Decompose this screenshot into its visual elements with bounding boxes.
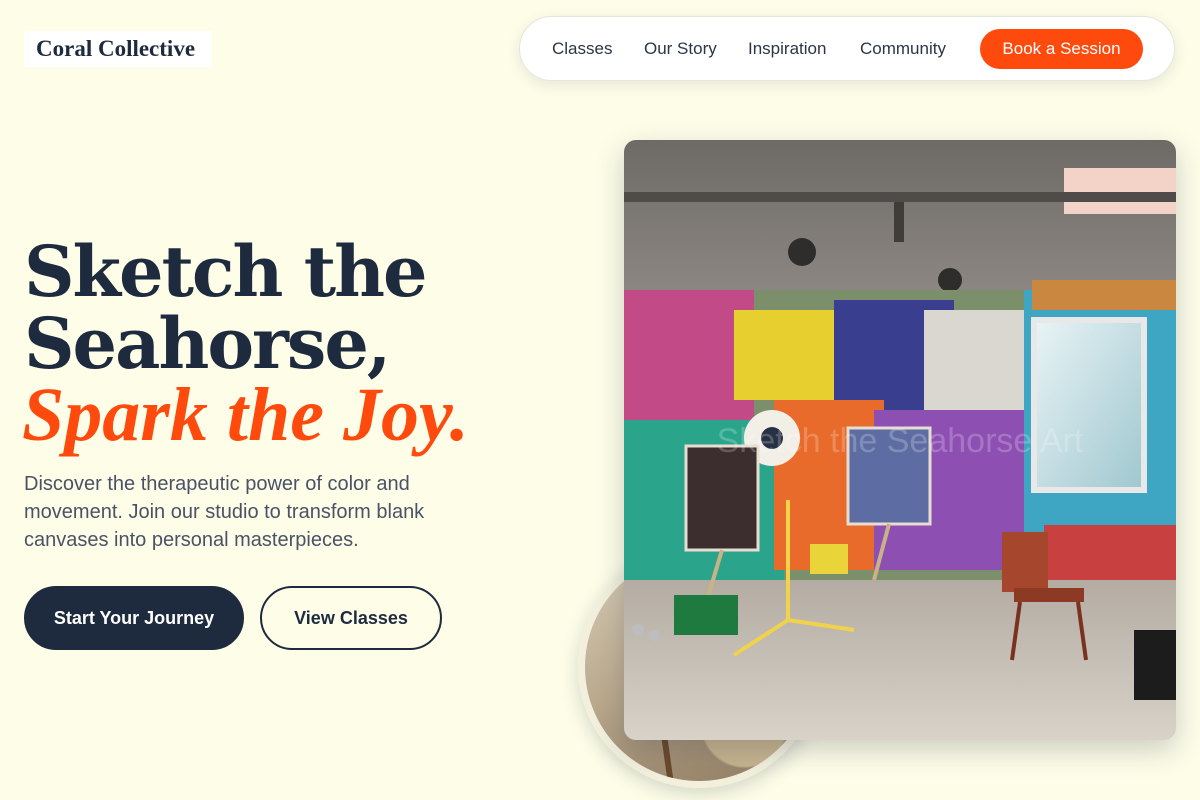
- main-nav: Classes Our Story Inspiration Community …: [519, 16, 1175, 81]
- hero-title-accent: Spark the Joy.: [22, 373, 469, 457]
- hero-description: Discover the therapeutic power of color …: [24, 473, 425, 551]
- ceiling-light-2: [938, 268, 962, 292]
- ceiling-pipe: [894, 202, 904, 242]
- hero-title-line-1: Sketch the: [24, 230, 428, 313]
- view-classes-button[interactable]: View Classes: [260, 586, 442, 650]
- black-case: [1134, 630, 1176, 700]
- canvas-hand: [684, 444, 760, 552]
- wood-beam: [1032, 280, 1176, 310]
- art-studio-photo: Sketch the Seahorse Art: [624, 140, 1176, 740]
- nav-link-classes[interactable]: Classes: [552, 17, 612, 80]
- book-session-button[interactable]: Book a Session: [980, 29, 1143, 69]
- brand-logo[interactable]: Coral Collective: [24, 31, 212, 67]
- ceiling-light: [788, 238, 816, 266]
- nav-link-community[interactable]: Community: [860, 17, 946, 80]
- ceiling-duct: [624, 192, 1176, 202]
- red-fabric: [1044, 525, 1176, 580]
- chair-seat: [1014, 588, 1084, 602]
- nav-link-inspiration[interactable]: Inspiration: [748, 17, 826, 80]
- green-crate: [674, 595, 738, 635]
- photo-watermark-caption: Sketch the Seahorse Art: [716, 422, 1084, 460]
- graffiti-patch-white: [924, 310, 1024, 420]
- start-journey-button[interactable]: Start Your Journey: [24, 586, 244, 650]
- paint-can: [632, 624, 644, 636]
- chair-back: [1002, 532, 1048, 592]
- skylight: [1064, 168, 1176, 214]
- paint-can-2: [648, 630, 660, 642]
- yellow-crate: [810, 544, 848, 574]
- nav-link-our-story[interactable]: Our Story: [644, 17, 717, 80]
- window: [1031, 317, 1147, 493]
